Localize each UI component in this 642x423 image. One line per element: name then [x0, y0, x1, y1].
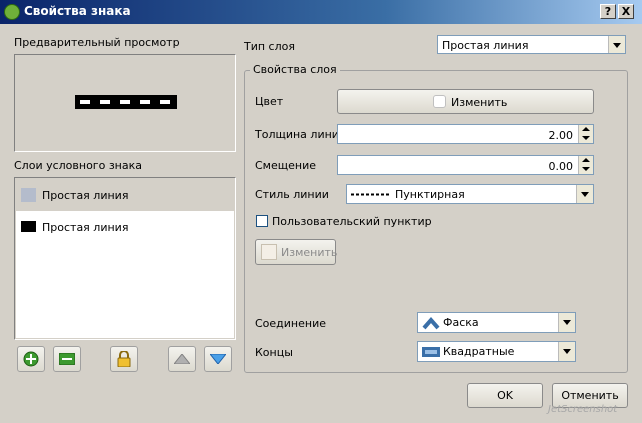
- line-width-value: 2.00: [548, 129, 574, 142]
- line-width-spinbox[interactable]: 2.00: [337, 124, 594, 144]
- line-width-label: Толщина линии: [255, 128, 347, 141]
- join-label: Соединение: [255, 317, 327, 330]
- layer-item-label: Простая линия: [42, 221, 129, 234]
- lock-icon: [117, 351, 131, 367]
- chevron-down-icon: [608, 36, 625, 53]
- minus-icon: [59, 353, 75, 365]
- dashed-line-icon: [351, 193, 391, 196]
- change-color-label: Изменить: [451, 96, 508, 109]
- qgis-logo-icon: [4, 4, 20, 20]
- custom-dash-checkbox[interactable]: [256, 215, 268, 227]
- window-title: Свойства знака: [24, 4, 131, 18]
- custom-dash-label: Пользовательский пунктир: [272, 215, 432, 228]
- color-label: Цвет: [255, 95, 284, 108]
- layers-label: Слои условного знака: [14, 159, 142, 172]
- square-cap-icon: [422, 347, 440, 357]
- chevron-down-icon: [576, 185, 593, 203]
- close-button[interactable]: X: [618, 4, 634, 19]
- watermark-text: JetScreenshot: [548, 404, 618, 415]
- move-up-button[interactable]: [168, 346, 196, 372]
- color-swatch-icon: [433, 95, 446, 108]
- arrow-up-icon: [174, 354, 190, 364]
- layer-type-select[interactable]: Простая линия: [437, 35, 626, 54]
- custom-dash-change-label: Изменить: [281, 246, 338, 259]
- cap-value: Квадратные: [443, 345, 515, 358]
- remove-layer-button[interactable]: [53, 346, 81, 372]
- layer-properties-title: Свойства слоя: [250, 63, 340, 76]
- spin-up-icon[interactable]: [578, 156, 593, 165]
- preview-label: Предварительный просмотр: [14, 36, 180, 49]
- custom-dash-change-button[interactable]: Изменить: [255, 239, 338, 265]
- layer-type-label: Тип слоя: [244, 40, 295, 53]
- move-down-button[interactable]: [204, 346, 232, 372]
- dash-swatch-icon: [261, 244, 277, 260]
- spin-down-icon[interactable]: [578, 134, 593, 143]
- join-value: Фаска: [443, 316, 479, 329]
- spin-down-icon[interactable]: [578, 165, 593, 174]
- lock-layer-button[interactable]: [110, 346, 138, 372]
- layer-item[interactable]: Простая линия: [16, 211, 234, 338]
- plus-icon: [23, 351, 39, 367]
- add-layer-button[interactable]: [17, 346, 45, 372]
- offset-value: 0.00: [548, 160, 574, 173]
- layer-type-value: Простая линия: [442, 39, 529, 52]
- change-color-button[interactable]: Изменить: [337, 89, 594, 114]
- offset-label: Смещение: [255, 159, 316, 172]
- bevel-join-icon: [422, 316, 440, 330]
- spin-up-icon[interactable]: [578, 125, 593, 134]
- dash-line-preview: [75, 95, 177, 109]
- layer-swatch: [21, 221, 36, 232]
- help-button[interactable]: ?: [600, 4, 616, 19]
- line-style-label: Стиль линии: [255, 188, 329, 201]
- cap-label: Концы: [255, 346, 293, 359]
- ok-button[interactable]: OK: [467, 383, 543, 408]
- line-style-value: Пунктирная: [395, 188, 465, 201]
- line-style-select[interactable]: Пунктирная: [346, 184, 594, 204]
- offset-spinbox[interactable]: 0.00: [337, 155, 594, 175]
- layer-swatch: [21, 188, 36, 202]
- join-select[interactable]: Фаска: [417, 312, 576, 333]
- chevron-down-icon: [558, 342, 575, 361]
- layer-item[interactable]: Простая линия: [16, 179, 234, 211]
- preview-area: [14, 54, 236, 152]
- chevron-down-icon: [558, 313, 575, 332]
- arrow-down-icon: [210, 354, 226, 364]
- layer-item-label: Простая линия: [42, 189, 129, 202]
- layers-list[interactable]: Простая линия Простая линия: [14, 177, 236, 340]
- cap-select[interactable]: Квадратные: [417, 341, 576, 362]
- title-bar: Свойства знака ? X: [0, 0, 642, 24]
